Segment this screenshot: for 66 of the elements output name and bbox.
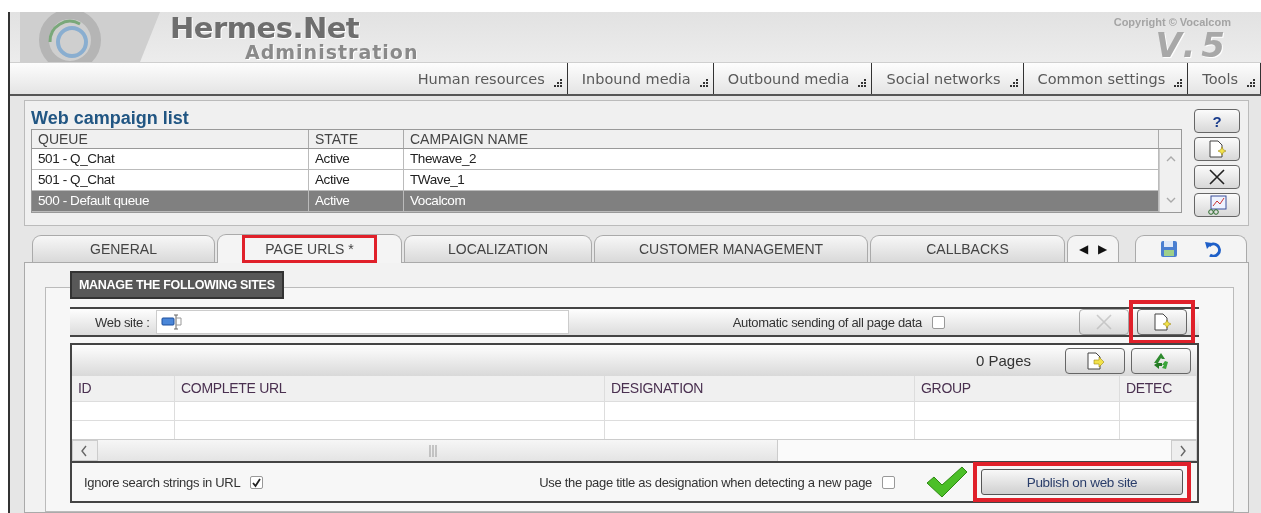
toolbar-button[interactable] [1194,165,1240,189]
column-header: STATE [309,130,404,148]
new-document-icon [1152,313,1172,331]
tab[interactable]: GENERAL [32,235,215,262]
column-header: GROUP [915,376,1120,401]
checkbox[interactable] [882,475,895,489]
tab[interactable]: PAGE URLS * [217,234,402,263]
chart-edit-icon [1206,195,1228,215]
menu-item[interactable]: Human resources [417,70,545,87]
scroll-thumb[interactable] [98,440,778,461]
table-cell: 500 - Default queue [32,191,309,211]
checkbox-label: Automatic sending of all page data [732,314,922,330]
menu-item[interactable]: Social networks [886,70,1001,87]
page-count: 0 Pages [975,352,1031,369]
next-tab-arrow[interactable]: ▶ [1098,242,1107,256]
menu-item[interactable]: Inbound media [581,70,691,87]
table-cell: Active [309,170,404,190]
version-mark: V.5 [1155,28,1231,62]
help-button[interactable]: ? [1194,109,1240,133]
menu-item[interactable]: Outbound media [727,70,850,87]
column-header: COMPLETE URL [175,376,605,401]
column-header: CAMPAIGN NAME [404,130,1159,148]
table-row[interactable]: 501 - Q_Chat Active Thewave_2 [32,149,1159,170]
checkbox[interactable] [250,475,264,489]
close-icon [1095,314,1113,330]
tab[interactable]: LOCALIZATION [404,235,592,262]
table-cell: Active [309,191,404,211]
column-header: ID [72,376,175,401]
new-document-icon [1207,140,1227,158]
grip-icon [1008,78,1019,88]
checkbox-label: Ignore search strings in URL [84,474,241,490]
export-document-icon [1085,351,1105,370]
column-header: QUEUE [32,130,309,148]
checkmark-icon [925,465,969,499]
save-icon[interactable] [1160,240,1178,258]
group-title: MANAGE THE FOLLOWING SITES [70,271,284,299]
table-cell: 501 - Q_Chat [32,170,309,190]
app-title: Hermes.Net [170,14,360,43]
grip-icon [698,78,709,88]
column-header: DETEC [1120,376,1197,401]
table-cell: Active [309,149,404,169]
tab[interactable]: CALLBACKS [870,235,1065,262]
text-input-icon [160,313,183,331]
checkbox-label: Use the page title as designation when detecting a new page [539,474,872,490]
table-row[interactable]: 501 - Q_Chat Active TWave_1 [32,170,1159,191]
panel-title: Web campaign list [31,107,190,129]
column-header: DESIGNATION [605,376,915,401]
checkbox[interactable] [932,315,945,329]
horizontal-scrollbar[interactable] [72,439,1197,461]
undo-icon[interactable] [1204,241,1222,257]
menu-item[interactable]: Common settings [1037,70,1166,87]
table-row[interactable]: 500 - Default queue Active Vocalcom [32,191,1159,212]
field-label: Web site : [95,314,150,330]
grip-icon [1173,78,1184,88]
grip-icon [1246,78,1256,88]
previous-tab-arrow[interactable]: ◀ [1079,242,1088,256]
grip-icon [857,78,868,88]
table-cell: 501 - Q_Chat [32,149,309,169]
tab[interactable]: CUSTOMER MANAGEMENT [594,235,868,262]
app-subtitle: Administration [245,43,419,62]
copyright-text: Copyright © Vocalcom [1113,16,1231,28]
input-field[interactable] [155,310,569,334]
close-icon [1208,169,1226,185]
grip-icon [552,78,563,88]
publish-button[interactable]: Publish on web site [981,469,1183,495]
menu-item[interactable]: Tools [1202,70,1238,87]
